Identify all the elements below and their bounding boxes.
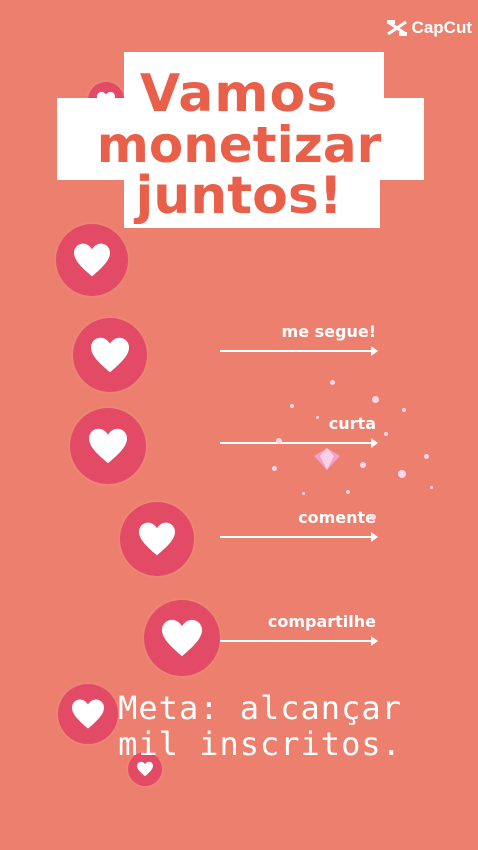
step-label: curta xyxy=(328,414,376,433)
sparkle-icon xyxy=(402,408,406,412)
heart-icon xyxy=(139,522,175,556)
heart-icon xyxy=(162,619,202,657)
pink-gem-icon xyxy=(314,448,340,470)
sparkle-icon xyxy=(430,486,433,489)
heart-bubble-3 xyxy=(70,408,146,484)
sparkle-icon xyxy=(330,380,335,385)
sparkle-icon xyxy=(398,470,406,478)
sparkle-icon xyxy=(384,432,388,436)
sparkle-icon xyxy=(360,462,366,468)
step-like: curta xyxy=(220,414,378,454)
video-frame: CapCut Vamos monetizar juntos! me segue!… xyxy=(0,0,478,850)
step-label: comente xyxy=(298,508,376,527)
title-line-1: Vamos xyxy=(139,64,339,124)
heart-icon xyxy=(74,243,110,277)
step-comment: comente xyxy=(220,508,378,548)
arrow-head xyxy=(371,636,378,646)
arrow-icon xyxy=(220,536,376,538)
arrow-icon xyxy=(220,442,376,444)
step-share: compartilhe xyxy=(220,612,378,652)
step-follow: me segue! xyxy=(220,322,378,362)
heart-bubble-1 xyxy=(56,224,128,296)
step-label: compartilhe xyxy=(267,612,376,631)
heart-bubble-2 xyxy=(73,318,147,392)
sparkle-icon xyxy=(272,466,277,471)
sparkle-icon xyxy=(372,396,379,403)
heart-icon xyxy=(137,761,153,777)
sparkle-icon xyxy=(316,416,319,419)
sparkle-icon xyxy=(302,492,305,495)
arrow-head xyxy=(371,346,378,356)
arrow-head xyxy=(371,532,378,542)
step-label: me segue! xyxy=(281,322,376,341)
heart-bubble-5 xyxy=(144,600,220,676)
sparkle-icon xyxy=(346,490,350,494)
arrow-icon xyxy=(220,350,376,352)
goal-line-2: mil inscritos. xyxy=(118,725,402,763)
sparkle-icon xyxy=(276,438,282,444)
watermark-text: CapCut xyxy=(411,18,472,37)
heart-icon xyxy=(89,428,127,464)
goal-line-1: Meta: alcançar xyxy=(118,689,402,727)
capcut-watermark: CapCut xyxy=(386,18,472,38)
goal-text: Meta: alcançar mil inscritos. xyxy=(80,690,440,762)
title-line-3: juntos! xyxy=(135,166,343,226)
sparkle-icon xyxy=(424,454,429,459)
sparkle-icon xyxy=(290,404,294,408)
sparkle-icon xyxy=(370,514,376,520)
heart-bubble-4 xyxy=(120,502,194,576)
capcut-logo-icon xyxy=(386,20,407,36)
heart-icon xyxy=(91,337,129,373)
arrow-icon xyxy=(220,640,376,642)
arrow-head xyxy=(371,438,378,448)
